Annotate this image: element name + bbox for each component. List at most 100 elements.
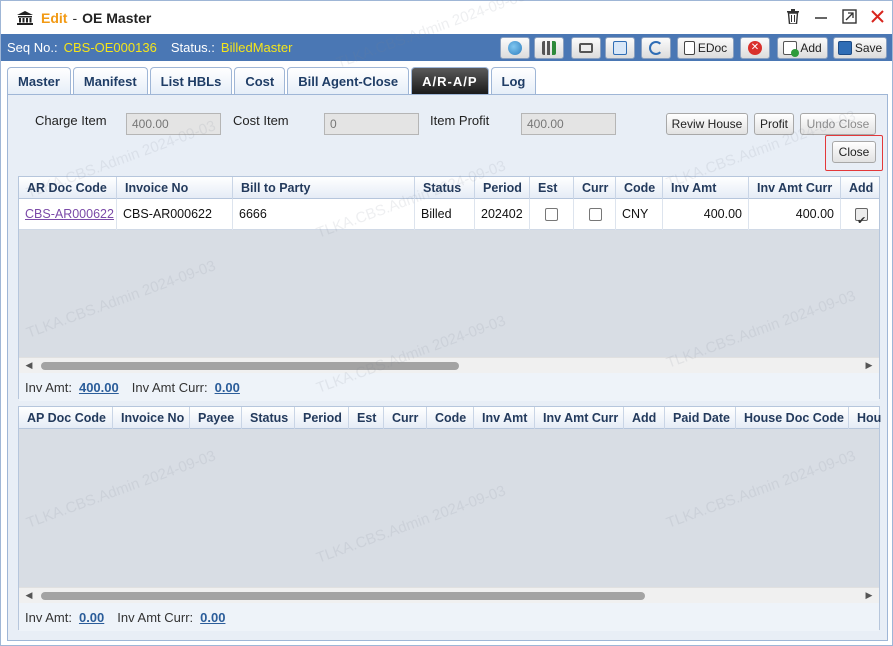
- tab-manifest[interactable]: Manifest: [72, 67, 148, 94]
- ar-inv-amt-curr-total[interactable]: 0.00: [215, 380, 240, 395]
- curr-checkbox[interactable]: [589, 208, 602, 221]
- add-doc-icon: [783, 41, 800, 57]
- send-button[interactable]: [500, 37, 530, 59]
- ap-col-payee[interactable]: Payee: [190, 407, 242, 429]
- ar-col-invoice-no[interactable]: Invoice No: [117, 177, 233, 199]
- ar-col-inv-amt[interactable]: Inv Amt: [663, 177, 749, 199]
- ap-col-est[interactable]: Est: [349, 407, 384, 429]
- ap-col-code[interactable]: Code: [427, 407, 474, 429]
- ar-grid: AR Doc Code Invoice No Bill to Party Sta…: [18, 176, 881, 401]
- tab-list-hbls[interactable]: List HBLs: [149, 67, 233, 94]
- table-row[interactable]: CBS-AR000622 CBS-AR000622 6666 Billed 20…: [19, 199, 879, 230]
- ar-col-period[interactable]: Period: [475, 177, 530, 199]
- refresh-button[interactable]: [641, 37, 671, 59]
- ap-col-inv-amt-curr[interactable]: Inv Amt Curr: [535, 407, 624, 429]
- ap-col-inv-amt[interactable]: Inv Amt: [474, 407, 535, 429]
- review-house-button[interactable]: Reviw House: [666, 113, 748, 135]
- copy-button[interactable]: [605, 37, 635, 59]
- ap-col-doc-code[interactable]: AP Doc Code: [19, 407, 113, 429]
- ap-grid-header: AP Doc Code Invoice No Payee Status Peri…: [19, 407, 881, 429]
- ar-col-inv-amt-curr[interactable]: Inv Amt Curr: [749, 177, 841, 199]
- import-button[interactable]: [534, 37, 564, 59]
- code-cell: CNY: [616, 199, 663, 230]
- refresh-icon: [649, 41, 663, 55]
- print-button[interactable]: [571, 37, 601, 59]
- est-checkbox[interactable]: [545, 208, 558, 221]
- scroll-thumb[interactable]: [41, 362, 459, 370]
- ar-horizontal-scrollbar[interactable]: ◀ ▶: [19, 357, 879, 374]
- copy-icon: [613, 41, 627, 55]
- close-button[interactable]: Close: [832, 141, 876, 163]
- window-title: OE Master: [82, 9, 152, 26]
- edoc-icon: [683, 41, 695, 55]
- minimize-icon[interactable]: [812, 9, 830, 27]
- cost-item-field: 0: [324, 113, 419, 135]
- oe-master-window: Edit - OE Master Seq No.: CBS-OE000136 S…: [0, 0, 893, 646]
- status-cell: Billed: [415, 199, 475, 230]
- ar-doc-code-link[interactable]: CBS-AR000622: [25, 207, 114, 221]
- ar-inv-amt-curr-label: Inv Amt Curr:: [131, 379, 208, 395]
- ap-col-house-truncated[interactable]: Hou: [849, 407, 881, 429]
- tab-ar-ap[interactable]: A/R-A/P: [411, 67, 489, 94]
- item-profit-field: 400.00: [521, 113, 616, 135]
- delete-button[interactable]: ✕: [740, 37, 770, 59]
- ap-inv-amt-curr-label: Inv Amt Curr:: [117, 609, 194, 625]
- save-button[interactable]: Save: [833, 37, 887, 59]
- ar-col-doc-code[interactable]: AR Doc Code: [19, 177, 117, 199]
- ap-col-period[interactable]: Period: [295, 407, 349, 429]
- title-mode: Edit: [41, 9, 68, 26]
- save-label: Save: [854, 41, 883, 55]
- curr-cell: [574, 199, 616, 230]
- scroll-right-icon[interactable]: ▶: [862, 590, 876, 601]
- edoc-label: EDoc: [697, 41, 728, 55]
- cost-item-label: Cost Item: [233, 113, 289, 128]
- ar-col-curr[interactable]: Curr: [574, 177, 616, 199]
- scroll-left-icon[interactable]: ◀: [22, 360, 36, 371]
- est-cell: [530, 199, 574, 230]
- scroll-left-icon[interactable]: ◀: [22, 590, 36, 601]
- scroll-thumb[interactable]: [41, 592, 645, 600]
- delete-circle-icon: ✕: [748, 41, 762, 55]
- trash-icon[interactable]: [784, 9, 802, 27]
- tab-master[interactable]: Master: [7, 67, 71, 94]
- ar-col-code[interactable]: Code: [616, 177, 663, 199]
- maximize-icon[interactable]: [840, 9, 858, 27]
- ar-col-bill-to-party[interactable]: Bill to Party: [233, 177, 415, 199]
- ar-inv-amt-label: Inv Amt:: [25, 379, 72, 395]
- charge-item-label: Charge Item: [35, 113, 107, 128]
- undo-close-button[interactable]: Undo Close: [800, 113, 876, 135]
- printer-icon: [579, 43, 593, 53]
- add-label: Add: [800, 41, 822, 55]
- ap-col-status[interactable]: Status: [242, 407, 295, 429]
- ar-doc-code-cell[interactable]: CBS-AR000622: [19, 199, 117, 230]
- status-value: BilledMaster: [220, 40, 293, 55]
- ar-col-est[interactable]: Est: [530, 177, 574, 199]
- tab-bill-agent-close[interactable]: Bill Agent-Close: [287, 67, 410, 94]
- close-icon[interactable]: [868, 9, 886, 27]
- ap-col-invoice-no[interactable]: Invoice No: [113, 407, 190, 429]
- tab-log[interactable]: Log: [490, 67, 537, 94]
- ap-col-curr[interactable]: Curr: [384, 407, 427, 429]
- tab-cost[interactable]: Cost: [234, 67, 286, 94]
- item-profit-label: Item Profit: [430, 113, 490, 128]
- ar-col-status[interactable]: Status: [415, 177, 475, 199]
- profit-button[interactable]: Profit: [754, 113, 794, 135]
- ap-inv-amt-total[interactable]: 0.00: [79, 610, 104, 625]
- edoc-button[interactable]: EDoc: [677, 37, 734, 59]
- ap-col-paid-date[interactable]: Paid Date: [665, 407, 736, 429]
- title-bar: Edit - OE Master: [1, 1, 892, 34]
- ap-inv-amt-curr-total[interactable]: 0.00: [200, 610, 225, 625]
- ar-inv-amt-total[interactable]: 400.00: [79, 380, 119, 395]
- columns-icon: [542, 41, 556, 55]
- bill-to-party-cell: 6666: [233, 199, 415, 230]
- ar-col-add[interactable]: Add: [841, 177, 881, 199]
- add-button[interactable]: Add: [777, 37, 828, 59]
- ap-col-house-doc-code[interactable]: House Doc Code: [736, 407, 849, 429]
- scroll-right-icon[interactable]: ▶: [862, 360, 876, 371]
- title-separator: -: [72, 9, 78, 26]
- add-checkbox[interactable]: [855, 206, 868, 230]
- seq-no-value: CBS-OE000136: [63, 40, 157, 55]
- ap-horizontal-scrollbar[interactable]: ◀ ▶: [19, 587, 879, 604]
- period-cell: 202402: [475, 199, 530, 230]
- ap-col-add[interactable]: Add: [624, 407, 665, 429]
